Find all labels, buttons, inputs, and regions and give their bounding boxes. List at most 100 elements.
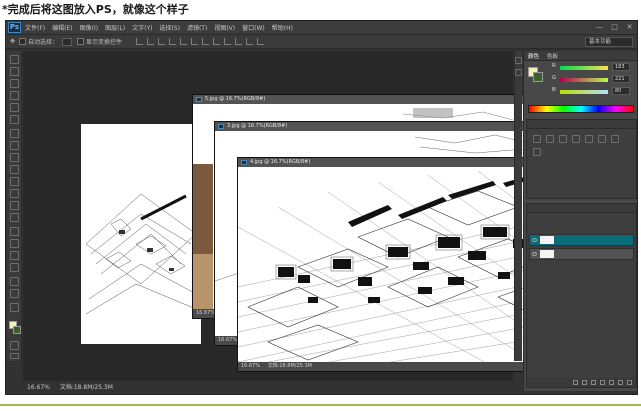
- document-zoom[interactable]: 16.67%: [196, 310, 215, 316]
- menu-window[interactable]: 窗口(W): [242, 23, 265, 32]
- align-top-icon[interactable]: [136, 38, 144, 45]
- menu-view[interactable]: 视图(V): [214, 23, 235, 32]
- close-button[interactable]: ✕: [625, 23, 634, 32]
- green-value[interactable]: 221: [612, 75, 630, 83]
- dodge-tool-icon[interactable]: [10, 213, 19, 222]
- document-zoom[interactable]: 16.67%: [218, 337, 237, 343]
- levels-icon[interactable]: [546, 135, 554, 143]
- tab-swatches[interactable]: 色板: [547, 52, 558, 60]
- align-bottom-icon[interactable]: [158, 38, 166, 45]
- blue-value[interactable]: 80: [612, 87, 630, 95]
- red-slider[interactable]: [560, 66, 608, 70]
- move-tool-icon[interactable]: [10, 55, 19, 64]
- history-brush-tool-icon[interactable]: [10, 165, 19, 174]
- menu-select[interactable]: 选择(S): [159, 23, 180, 32]
- pen-tool-icon[interactable]: [10, 227, 19, 236]
- align-left-icon[interactable]: [169, 38, 177, 45]
- quick-mask-icon[interactable]: [10, 341, 19, 350]
- layer-row[interactable]: [529, 248, 634, 260]
- image-sketch-left[interactable]: [81, 124, 201, 344]
- green-slider[interactable]: [560, 78, 608, 82]
- properties-panel-icon[interactable]: [515, 69, 522, 76]
- red-channel-row: R 183: [524, 63, 637, 73]
- document-title-text: 4.jpg @ 16.7%(RGB/8#): [250, 159, 311, 165]
- transform-controls-checkbox[interactable]: [77, 38, 85, 45]
- history-panel-icon[interactable]: [515, 57, 522, 64]
- minimize-button[interactable]: —: [595, 23, 604, 32]
- brush-tool-icon[interactable]: [10, 141, 19, 150]
- align-center-icon[interactable]: [180, 38, 188, 45]
- eyedropper-tool-icon[interactable]: [10, 115, 19, 124]
- align-buttons: [136, 38, 265, 45]
- curves-icon[interactable]: [559, 135, 567, 143]
- visibility-eye-icon[interactable]: [532, 238, 537, 242]
- eraser-tool-icon[interactable]: [10, 177, 19, 186]
- reset-colors-icon[interactable]: [10, 303, 19, 312]
- vibrance-icon[interactable]: [585, 135, 593, 143]
- align-middle-icon[interactable]: [147, 38, 155, 45]
- auto-select-checkbox[interactable]: [19, 38, 27, 45]
- layer-row[interactable]: [529, 234, 634, 246]
- black-white-icon[interactable]: [533, 148, 541, 156]
- distribute-right-icon[interactable]: [257, 38, 265, 45]
- distribute-bottom-icon[interactable]: [224, 38, 232, 45]
- distribute-center-icon[interactable]: [246, 38, 254, 45]
- quick-select-tool-icon[interactable]: [10, 91, 19, 100]
- color-ramp[interactable]: [528, 105, 634, 113]
- exposure-icon[interactable]: [572, 135, 580, 143]
- distribute-left-icon[interactable]: [235, 38, 243, 45]
- marquee-tool-icon[interactable]: [10, 67, 19, 76]
- menu-layer[interactable]: 图层(L): [105, 23, 125, 32]
- color-balance-icon[interactable]: [611, 135, 619, 143]
- menu-bar: Ps 文件(F) 编辑(E) 图像(I) 图层(L) 文字(Y) 选择(S) 滤…: [6, 21, 637, 35]
- maximize-button[interactable]: □: [610, 23, 619, 32]
- clone-stamp-tool-icon[interactable]: [10, 153, 19, 162]
- screen-mode-icon[interactable]: [10, 353, 19, 359]
- divider-line: [0, 404, 641, 406]
- brightness-icon[interactable]: [533, 135, 541, 143]
- document-zoom[interactable]: 16.67%: [241, 363, 260, 369]
- gradient-tool-icon[interactable]: [10, 189, 19, 198]
- workspace-switcher[interactable]: 基本功能: [585, 37, 633, 47]
- layer-style-icon[interactable]: [582, 380, 587, 385]
- blue-slider[interactable]: [560, 90, 608, 94]
- menu-file[interactable]: 文件(F): [25, 23, 45, 32]
- auto-select-dropdown[interactable]: [62, 37, 73, 46]
- crop-tool-icon[interactable]: [10, 103, 19, 112]
- menu-help[interactable]: 帮助(H): [272, 23, 293, 32]
- status-zoom[interactable]: 16.67%: [27, 384, 50, 391]
- tab-color[interactable]: 颜色: [528, 52, 539, 60]
- menu-filter[interactable]: 滤镜(T): [187, 23, 207, 32]
- status-file-info[interactable]: 文档:18.8M/25.3M: [60, 384, 113, 391]
- distribute-top-icon[interactable]: [202, 38, 210, 45]
- background-color-swatch[interactable]: [13, 326, 21, 334]
- hand-tool-icon[interactable]: [10, 277, 19, 286]
- type-tool-icon[interactable]: [10, 239, 19, 248]
- menu-image[interactable]: 图像(I): [80, 23, 98, 32]
- tools-panel: [7, 51, 22, 361]
- trash-icon[interactable]: [627, 380, 632, 385]
- red-value[interactable]: 183: [612, 63, 630, 71]
- adjustments-panel-header: [527, 120, 636, 129]
- link-layers-icon[interactable]: [573, 380, 578, 385]
- shape-tool-icon[interactable]: [10, 263, 19, 272]
- move-tool-icon[interactable]: ✥: [10, 38, 15, 45]
- lasso-tool-icon[interactable]: [10, 79, 19, 88]
- document-icon: [196, 97, 202, 102]
- new-layer-icon[interactable]: [618, 380, 623, 385]
- document-file-info[interactable]: 文档:18.8M/25.3M: [268, 363, 312, 369]
- distribute-middle-icon[interactable]: [213, 38, 221, 45]
- menu-edit[interactable]: 编辑(E): [52, 23, 72, 32]
- hue-saturation-icon[interactable]: [598, 135, 606, 143]
- adjustment-layer-icon[interactable]: [600, 380, 605, 385]
- document-title-back[interactable]: 5.jpg @ 16.7%(RGB/8#): [193, 95, 526, 104]
- blur-tool-icon[interactable]: [10, 201, 19, 210]
- visibility-eye-icon[interactable]: [532, 252, 537, 256]
- group-icon[interactable]: [609, 380, 614, 385]
- healing-brush-tool-icon[interactable]: [10, 129, 19, 138]
- menu-type[interactable]: 文字(Y): [132, 23, 152, 32]
- zoom-tool-icon[interactable]: [10, 289, 19, 298]
- align-right-icon[interactable]: [191, 38, 199, 45]
- path-select-tool-icon[interactable]: [10, 251, 19, 260]
- mask-icon[interactable]: [591, 380, 596, 385]
